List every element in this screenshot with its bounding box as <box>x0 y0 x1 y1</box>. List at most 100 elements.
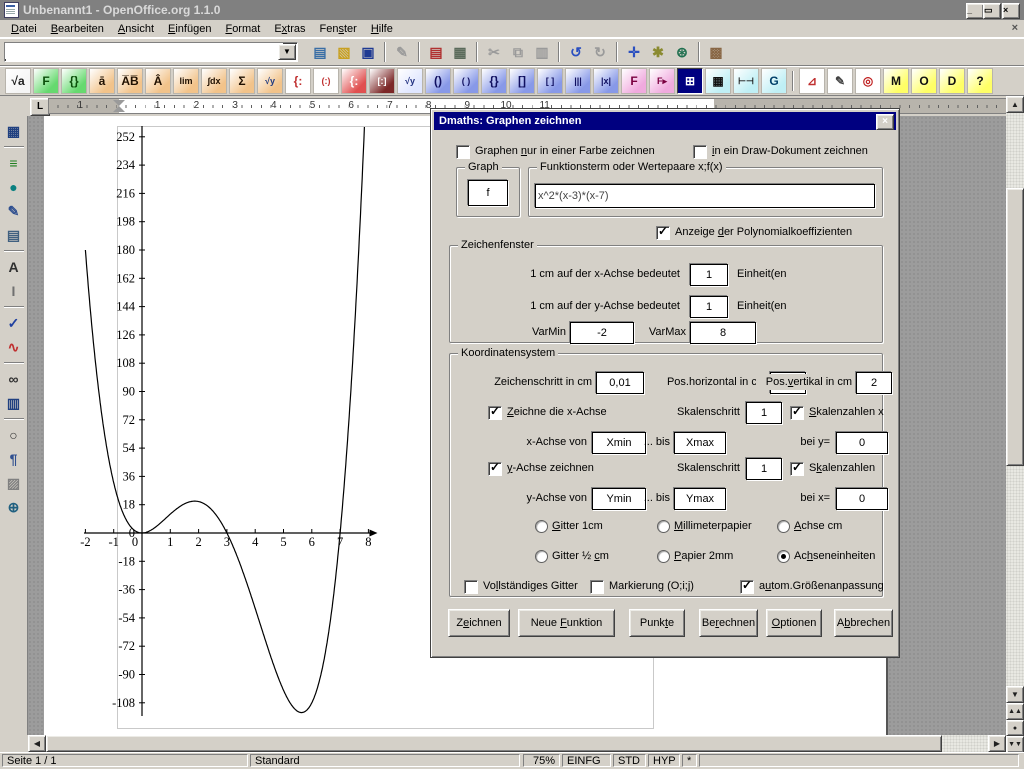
status-zoom[interactable]: 75% <box>523 754 560 767</box>
graph-window-icon[interactable]: ⊞ <box>677 68 703 94</box>
find-icon[interactable]: ∞ <box>3 368 25 390</box>
at-x-field[interactable] <box>836 488 888 510</box>
document-close-icon[interactable]: × <box>1012 22 1018 34</box>
status-insert-mode[interactable]: EINFG <box>562 754 611 767</box>
macro-o-icon[interactable]: O <box>911 68 937 94</box>
combobox-dropdown-icon[interactable]: ▼ <box>278 44 296 60</box>
root-blue-icon[interactable]: √y <box>397 68 423 94</box>
stylist-icon[interactable]: ✱ <box>647 41 669 63</box>
navigation-icon[interactable]: ● <box>1006 720 1024 736</box>
online-layout-icon[interactable]: ⊕ <box>3 496 25 518</box>
varmin-field[interactable] <box>570 322 634 344</box>
draw-document-checkbox[interactable] <box>693 145 707 159</box>
brackets-wide-icon[interactable]: [ ] <box>537 68 563 94</box>
menu-bearbeiten[interactable]: Bearbeiten <box>44 22 111 36</box>
new-function-button[interactable]: Neue Funktion <box>518 609 615 637</box>
scroll-up-icon[interactable]: ▲ <box>1006 96 1024 113</box>
url-input[interactable] <box>5 43 283 59</box>
macro-d-icon[interactable]: D <box>939 68 965 94</box>
axis-cm-radio[interactable] <box>777 520 790 533</box>
print-icon[interactable]: ▦ <box>449 41 471 63</box>
menu-format[interactable]: Format <box>218 22 267 36</box>
url-combobox[interactable]: ▼ <box>4 42 298 62</box>
grid-1cm-radio[interactable] <box>535 520 548 533</box>
geometry-icon[interactable]: ⊿ <box>799 68 825 94</box>
dmaths-help-icon[interactable]: ? <box>967 68 993 94</box>
paste-icon[interactable]: ▥ <box>531 41 553 63</box>
system-brace-red-icon[interactable]: {: <box>341 68 367 94</box>
navigator-icon[interactable]: ✛ <box>623 41 645 63</box>
undo-icon[interactable]: ↺ <box>565 41 587 63</box>
menu-fenster[interactable]: Fenster <box>313 22 364 36</box>
axis-units-radio[interactable] <box>777 550 790 563</box>
spiral-icon[interactable]: ◎ <box>855 68 881 94</box>
scroll-down-icon[interactable]: ▼ <box>1006 686 1024 703</box>
parens-icon[interactable]: () <box>425 68 451 94</box>
f-pointer-icon[interactable]: F▸ <box>649 68 675 94</box>
segment-icon[interactable]: A̅B̅ <box>117 68 143 94</box>
millimeter-paper-radio[interactable] <box>657 520 670 533</box>
marking-checkbox[interactable] <box>590 580 604 594</box>
axis-segment-icon[interactable]: ⊢⊣ <box>733 68 759 94</box>
g-graph-icon[interactable]: G <box>761 68 787 94</box>
export-pdf-icon[interactable]: ▤ <box>425 41 447 63</box>
autospellcheck-icon[interactable]: ∿ <box>3 336 25 358</box>
angle-icon[interactable]: Â <box>145 68 171 94</box>
vector-icon[interactable]: ā <box>89 68 115 94</box>
draw-functions-icon[interactable]: ✎ <box>3 200 25 222</box>
data-sources-icon[interactable]: ▥ <box>3 392 25 414</box>
system-bracket-dark-icon[interactable]: [:] <box>369 68 395 94</box>
menu-einfuegen[interactable]: Einfügen <box>161 22 218 36</box>
open-icon[interactable]: ▧ <box>333 41 355 63</box>
limit-icon[interactable]: lim <box>173 68 199 94</box>
f-pink-icon[interactable]: F <box>621 68 647 94</box>
gallery-icon[interactable]: ▩ <box>705 41 727 63</box>
zoom-icon[interactable]: ○ <box>3 424 25 446</box>
scale-step-y-field[interactable] <box>746 458 782 480</box>
function-term-field[interactable] <box>535 184 875 208</box>
draw-step-field[interactable] <box>596 372 644 394</box>
save-icon[interactable]: ▣ <box>357 41 379 63</box>
menu-extras[interactable]: Extras <box>267 22 312 36</box>
grid-icon[interactable]: ▦ <box>705 68 731 94</box>
vertical-scroll-thumb[interactable] <box>1006 188 1024 466</box>
nth-root-icon[interactable]: √y <box>257 68 283 94</box>
horizontal-scroll-thumb[interactable] <box>46 735 942 752</box>
insert-table-icon[interactable]: ▦ <box>3 120 25 142</box>
horizontal-scrollbar[interactable]: ◀ ▶ <box>28 735 1006 752</box>
scale-numbers-x-checkbox[interactable] <box>790 406 804 420</box>
scale-step-x-field[interactable] <box>746 402 782 424</box>
menu-datei[interactable]: Datei <box>4 22 44 36</box>
redo-icon[interactable]: ↻ <box>589 41 611 63</box>
hyperlink-icon[interactable]: ⊛ <box>671 41 693 63</box>
minimize-button[interactable]: _ <box>966 3 984 19</box>
polynomial-coefficients-checkbox[interactable] <box>656 226 670 240</box>
at-y-field[interactable] <box>836 432 888 454</box>
autotext-icon[interactable]: A <box>3 256 25 278</box>
options-button[interactable]: Optionen <box>766 609 822 637</box>
insert-object-icon[interactable]: ● <box>3 176 25 198</box>
calculate-button[interactable]: Berechnen <box>699 609 758 637</box>
brackets-icon[interactable]: [] <box>509 68 535 94</box>
macro-m-icon[interactable]: M <box>883 68 909 94</box>
sqrt-a-icon[interactable]: √a <box>5 68 31 94</box>
paper-2mm-radio[interactable] <box>657 550 670 563</box>
y-scale-field[interactable] <box>690 296 728 318</box>
system-brace-icon[interactable]: {: <box>285 68 311 94</box>
dialog-title-bar[interactable]: Dmaths: Graphen zeichnen × <box>434 112 896 130</box>
draw-button[interactable]: Zeichnen <box>448 609 510 637</box>
y-axis-to-field[interactable] <box>674 488 726 510</box>
draw-y-axis-checkbox[interactable] <box>488 462 502 476</box>
vertical-scrollbar[interactable]: ▲ ▼ ▲▲ ● ▼▼ <box>1006 96 1024 752</box>
abs-value-icon[interactable]: |x| <box>593 68 619 94</box>
grid-half-cm-radio[interactable] <box>535 550 548 563</box>
form-icon[interactable]: ▤ <box>3 224 25 246</box>
draw-icon[interactable]: ✎ <box>827 68 853 94</box>
copy-icon[interactable]: ⧉ <box>507 41 529 63</box>
pos-vertical-field[interactable] <box>856 372 892 394</box>
single-color-checkbox[interactable] <box>456 145 470 159</box>
graph-name-field[interactable] <box>468 180 508 206</box>
cut-icon[interactable]: ✂ <box>483 41 505 63</box>
previous-page-icon[interactable]: ▲▲ <box>1006 703 1024 720</box>
status-pagestyle[interactable]: Standard <box>250 754 520 767</box>
